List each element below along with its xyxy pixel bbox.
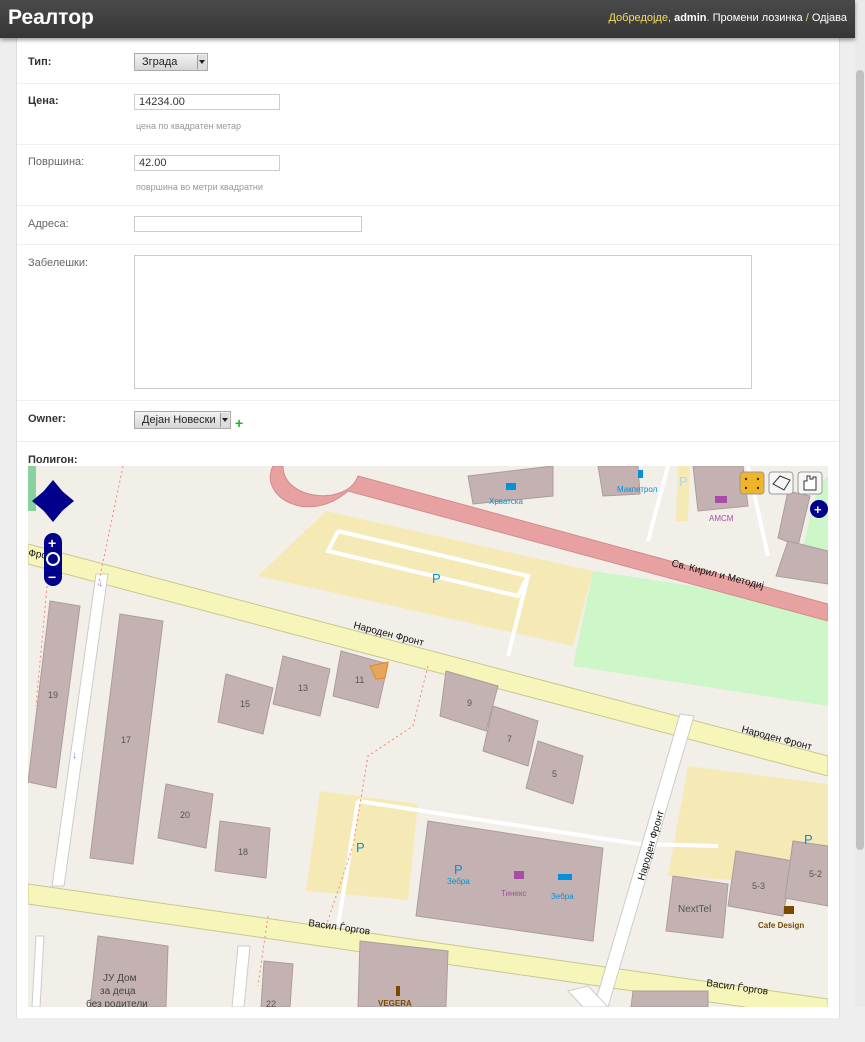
poi-label: Cafe Design [758, 921, 804, 930]
edit-toolbar[interactable] [739, 471, 823, 495]
map-canvas[interactable]: 19 17 15 13 11 9 7 5 20 18 5-3 5-2 NextT… [28, 466, 828, 1007]
cafe-icon [784, 906, 794, 914]
map-park-area [28, 466, 36, 511]
fuel-icon [638, 470, 643, 478]
parking-icon: P [356, 840, 365, 855]
parking-icon: P [679, 474, 688, 489]
header-bar: Реалтор Добредојде, admin. Промени лозин… [0, 0, 855, 38]
map-building [357, 940, 449, 1007]
building-number: 5-3 [752, 881, 765, 891]
form-row-owner: Owner: Дејан Новески + [17, 401, 839, 442]
poi-label: Хрватска [489, 497, 523, 506]
draw-point-button[interactable] [739, 471, 765, 495]
chevron-down-icon [197, 55, 206, 69]
type-select[interactable]: Зграда [134, 53, 208, 71]
owner-select[interactable]: Дејан Новески [134, 411, 231, 429]
building-number: 13 [298, 683, 308, 693]
page-scrollbar[interactable] [855, 0, 865, 1007]
notes-label: Забелешки: [28, 257, 89, 269]
layer-switcher-plus-icon[interactable]: + [814, 502, 822, 517]
type-select-value: Зграда [142, 56, 178, 68]
poi-label: Макпетрол [617, 485, 658, 494]
polygon-label: Полигон: [28, 454, 78, 466]
scrollbar-thumb[interactable] [856, 70, 864, 850]
building-number: 5 [552, 769, 557, 779]
address-label: Адреса: [28, 218, 69, 230]
username: admin [674, 12, 707, 24]
building-number: 11 [355, 675, 364, 685]
area-help: површина во метри квадратни [136, 182, 263, 192]
separator: / [802, 12, 812, 24]
owner-label: Owner: [28, 413, 66, 425]
zoom-out-icon[interactable]: − [48, 569, 56, 585]
zoom-control[interactable]: + − [44, 533, 62, 586]
hotel-icon [558, 874, 572, 880]
building-number: 17 [121, 735, 131, 745]
change-password-link[interactable]: Промени лозинка [713, 12, 803, 24]
building-label: NextTel [678, 904, 711, 915]
draw-polygon-button[interactable] [768, 471, 794, 495]
chevron-down-icon [220, 413, 229, 427]
owner-select-value: Дејан Новески [142, 414, 216, 426]
zoom-in-icon[interactable]: + [48, 535, 56, 551]
poi-label: ЈУ Дом [103, 973, 137, 984]
logout-link[interactable]: Одјава [812, 12, 847, 24]
form-row-price: Цена: цена по квадратен метар [17, 84, 839, 145]
welcome-text: Добредојде, [608, 12, 675, 24]
poi-label: без родители [86, 998, 148, 1007]
map-building [630, 990, 709, 1007]
polygon-map[interactable]: 19 17 15 13 11 9 7 5 20 18 5-3 5-2 NextT… [28, 466, 828, 1007]
price-label: Цена: [28, 95, 59, 107]
add-owner-plus-icon[interactable]: + [235, 415, 243, 431]
poi-label: Зебра [447, 877, 470, 886]
car-icon [715, 496, 727, 503]
price-input[interactable] [134, 94, 280, 110]
user-tools: Добредојде, admin. Промени лозинка / Одј… [608, 12, 847, 24]
building-number: 22 [266, 999, 276, 1007]
form-row-address: Адреса: [17, 206, 839, 245]
flag-icon [506, 483, 516, 490]
poi-label: за деца [100, 986, 136, 997]
parking-icon: P [454, 862, 463, 877]
building-number: 19 [48, 690, 58, 700]
parking-icon: P [432, 571, 441, 586]
poi-label: Зебра [551, 892, 574, 901]
oneway-arrow-icon: ↓ [98, 578, 103, 589]
building-number: 5-2 [809, 869, 822, 879]
form-row-area: Површина: површина во метри квадратни [17, 145, 839, 206]
building-number: 20 [180, 810, 190, 820]
area-label: Површина: [28, 156, 85, 168]
restaurant-icon [396, 986, 400, 996]
form-row-notes: Забелешки: [17, 245, 839, 401]
building-number: 7 [507, 734, 512, 744]
globe-icon-inner [48, 554, 58, 564]
shopping-cart-icon [514, 871, 524, 879]
poi-label: VEGERA [378, 999, 412, 1007]
notes-textarea[interactable] [134, 255, 752, 389]
address-input[interactable] [134, 216, 362, 232]
parking-icon: P [804, 832, 813, 847]
area-input[interactable] [134, 155, 280, 171]
price-help: цена по квадратен метар [136, 121, 242, 131]
building-number: 15 [240, 699, 250, 709]
form-row-type: Тип: Зграда [17, 38, 839, 84]
oneway-arrow-icon: ↓ [72, 750, 77, 761]
building-number: 18 [238, 847, 248, 857]
poi-label: Тинекс [501, 889, 526, 898]
poi-label: АМСМ [709, 514, 734, 523]
building-number: 9 [467, 698, 472, 708]
type-label: Тип: [28, 56, 52, 68]
site-brand[interactable]: Реалтор [8, 6, 94, 30]
